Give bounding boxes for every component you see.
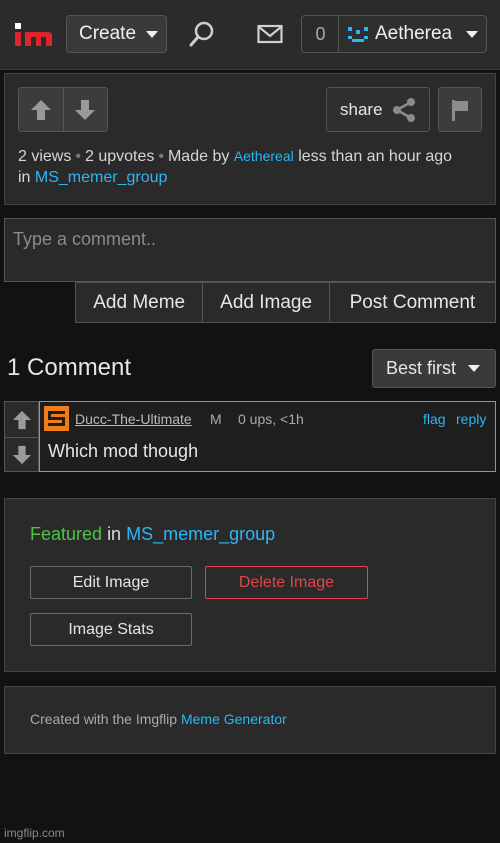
- image-stats-button[interactable]: Image Stats: [30, 613, 192, 646]
- featured-label: Featured: [30, 524, 103, 544]
- user-avatar-icon: [348, 27, 368, 42]
- comment-downvote-button[interactable]: [5, 437, 38, 472]
- arrow-down-icon: [75, 99, 96, 120]
- sort-label: Best first: [386, 358, 457, 378]
- comment-flag-link[interactable]: flag: [423, 411, 446, 427]
- chevron-down-icon: [146, 30, 159, 38]
- author-link[interactable]: Aethereal: [234, 148, 294, 164]
- chevron-down-icon: [466, 30, 479, 38]
- comments-count-heading: 1 Comment: [7, 354, 132, 381]
- view-count: 2 views: [18, 148, 72, 165]
- post-comment-button[interactable]: Post Comment: [330, 283, 495, 322]
- separator-dot: •: [158, 148, 164, 165]
- comment-placeholder: Type a comment..: [13, 229, 157, 249]
- comment-upvote-button[interactable]: [5, 402, 38, 437]
- downvote-button[interactable]: [62, 88, 107, 131]
- upvote-button[interactable]: [19, 88, 63, 131]
- search-icon[interactable]: [186, 18, 218, 50]
- mod-badge: M: [210, 411, 222, 427]
- arrow-up-icon: [30, 99, 51, 120]
- featured-group-link[interactable]: MS_memer_group: [126, 524, 275, 544]
- sort-dropdown[interactable]: Best first: [372, 349, 496, 388]
- upvote-count: 2 upvotes: [84, 148, 155, 165]
- share-button[interactable]: share: [326, 87, 430, 132]
- created-with-label: Created with the Imgflip: [30, 711, 178, 727]
- imgflip-watermark: imgflip.com: [4, 826, 65, 840]
- add-image-button[interactable]: Add Image: [203, 283, 330, 322]
- flag-icon: [452, 99, 468, 121]
- create-label: Create: [79, 23, 137, 44]
- group-link[interactable]: MS_memer_group: [35, 169, 168, 186]
- comment-text: Which mod though: [48, 441, 199, 461]
- comment-reply-link[interactable]: reply: [456, 411, 486, 427]
- share-icon: [392, 97, 415, 122]
- commenter-avatar[interactable]: [44, 406, 69, 431]
- separator-dot: •: [75, 148, 81, 165]
- comment-action-bar: Add Meme Add Image Post Comment: [75, 282, 496, 323]
- top-navigation-bar: Create 0 Aetherea: [0, 0, 500, 70]
- arrow-up-icon: [12, 410, 31, 429]
- post-vote-group: [18, 87, 108, 132]
- post-time: less than an hour ago: [298, 148, 453, 165]
- comment-body: Ducc-The-Ultimate M 0 ups, <1h flag repl…: [39, 401, 496, 472]
- made-by-text: Made by: [167, 148, 230, 165]
- notification-count[interactable]: 0: [301, 15, 339, 53]
- username-label: Aetherea: [375, 23, 453, 44]
- comment-meta: 0 ups, <1h: [238, 411, 304, 427]
- edit-image-button[interactable]: Edit Image: [30, 566, 192, 599]
- featured-heading: Featured in MS_memer_group: [30, 524, 275, 545]
- meme-generator-link[interactable]: Meme Generator: [181, 711, 287, 727]
- share-label: share: [340, 99, 383, 119]
- add-meme-button[interactable]: Add Meme: [76, 283, 204, 322]
- comment-input[interactable]: Type a comment..: [4, 218, 496, 282]
- create-dropdown-button[interactable]: Create: [66, 15, 167, 53]
- arrow-down-icon: [12, 445, 31, 465]
- in-text: in: [18, 169, 31, 186]
- delete-image-button[interactable]: Delete Image: [205, 566, 368, 599]
- comment-item: Ducc-The-Ultimate M 0 ups, <1h flag repl…: [4, 401, 496, 472]
- featured-in-text: in: [107, 524, 122, 544]
- comment-vote-group: [4, 401, 39, 472]
- post-meta: 2 views • 2 upvotes • Made by Aethereal less…: [18, 146, 488, 188]
- flag-button[interactable]: [438, 87, 482, 132]
- user-menu-button[interactable]: Aetherea: [338, 15, 487, 53]
- created-with-text: Created with the Imgflip Meme Generator: [30, 711, 287, 727]
- imgflip-logo[interactable]: [14, 22, 54, 48]
- chevron-down-icon: [468, 365, 481, 372]
- mail-icon[interactable]: [254, 20, 286, 48]
- commenter-username[interactable]: Ducc-The-Ultimate: [75, 411, 192, 427]
